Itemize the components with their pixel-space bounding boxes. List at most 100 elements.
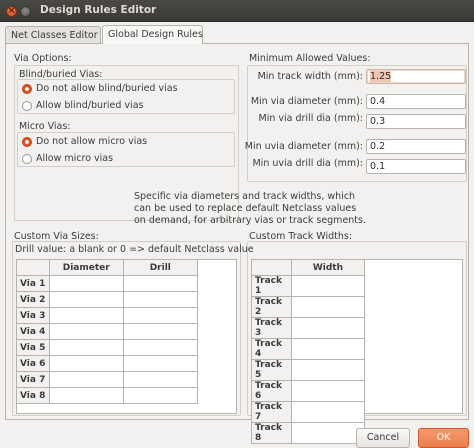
drill-cell[interactable] <box>122 323 199 340</box>
row-header[interactable]: Track 3 <box>251 317 292 339</box>
width-cell[interactable] <box>290 359 366 381</box>
diameter-cell[interactable] <box>48 387 124 404</box>
table-row: Track 8 <box>251 422 366 444</box>
custom-via-grid: Diameter Drill Via 1 Via 2 Via 3 Via 4 V… <box>16 259 237 414</box>
row-header[interactable]: Track 7 <box>251 401 292 423</box>
drill-cell[interactable] <box>122 291 199 308</box>
row-header[interactable]: Via 5 <box>16 339 50 356</box>
min-uvia-drill-input[interactable]: 0.1 <box>366 159 466 174</box>
row-header[interactable]: Via 1 <box>16 275 50 292</box>
row-header[interactable]: Track 8 <box>251 422 292 444</box>
table-row: Via 4 <box>16 323 199 340</box>
column-header-drill[interactable]: Drill <box>122 259 199 276</box>
width-cell[interactable] <box>290 296 366 318</box>
info-line-1: Specific via diameters and track widths,… <box>134 191 356 202</box>
via-table: Diameter Drill Via 1 Via 2 Via 3 Via 4 V… <box>16 259 199 404</box>
table-row: Track 1 <box>251 275 366 297</box>
via-options-title: Via Options: <box>14 53 72 64</box>
drill-cell[interactable] <box>122 339 199 356</box>
row-header[interactable]: Via 4 <box>16 323 50 340</box>
global-design-rules-panel: Via Options: Blind/buried Vias: Do not a… <box>5 43 469 444</box>
row-header[interactable]: Track 5 <box>251 359 292 381</box>
radio-label: Do not allow micro vias <box>36 136 148 147</box>
radio-unselected-icon <box>22 101 32 111</box>
radio-label: Do not allow blind/buried vias <box>36 83 178 94</box>
min-track-width-input[interactable]: 1.25 <box>366 69 466 84</box>
drill-cell[interactable] <box>122 355 199 372</box>
radio-selected-icon <box>22 137 32 147</box>
width-cell[interactable] <box>290 401 366 423</box>
window-title: Design Rules Editor <box>40 4 157 16</box>
table-row: Track 3 <box>251 317 366 339</box>
cancel-button[interactable]: Cancel <box>356 428 410 448</box>
table-row: Track 2 <box>251 296 366 318</box>
drill-cell[interactable] <box>122 307 199 324</box>
row-header[interactable]: Track 1 <box>251 275 292 297</box>
min-via-diameter-label: Min via diameter (mm): <box>250 96 363 107</box>
table-row: Track 6 <box>251 380 366 402</box>
corner-cell <box>16 259 50 276</box>
row-header[interactable]: Track 2 <box>251 296 292 318</box>
row-header[interactable]: Via 7 <box>16 371 50 388</box>
info-text: Specific via diameters and track widths,… <box>134 191 374 227</box>
title-bar: × Design Rules Editor <box>0 0 474 22</box>
radio-label: Allow blind/buried vias <box>36 100 144 111</box>
min-uvia-diameter-input[interactable]: 0.2 <box>366 139 466 154</box>
table-row: Via 7 <box>16 371 199 388</box>
radio-unselected-icon <box>22 154 32 164</box>
minimum-values-title: Minimum Allowed Values: <box>249 53 371 64</box>
diameter-cell[interactable] <box>48 275 124 292</box>
drill-cell[interactable] <box>122 387 199 404</box>
min-uvia-diameter-label: Min uvia diameter (mm): <box>244 141 363 152</box>
row-header[interactable]: Via 8 <box>16 387 50 404</box>
min-via-diameter-input[interactable]: 0.4 <box>366 94 466 109</box>
micro-vias-title: Micro Vias: <box>19 121 71 132</box>
track-table: Width Track 1 Track 2 Track 3 Track 4 Tr… <box>251 259 366 444</box>
width-cell[interactable] <box>290 422 366 444</box>
row-header[interactable]: Via 2 <box>16 291 50 308</box>
diameter-cell[interactable] <box>48 291 124 308</box>
diameter-cell[interactable] <box>48 339 124 356</box>
custom-via-note: Drill value: a blank or 0 => default Net… <box>15 244 254 255</box>
row-header[interactable]: Via 3 <box>16 307 50 324</box>
column-header-width[interactable]: Width <box>290 259 366 276</box>
radio-label: Allow micro vias <box>36 153 114 164</box>
diameter-cell[interactable] <box>48 323 124 340</box>
minimize-icon[interactable] <box>20 6 31 17</box>
diameter-cell[interactable] <box>48 355 124 372</box>
table-row: Track 5 <box>251 359 366 381</box>
min-via-drill-label: Min via drill dia (mm): <box>258 113 364 124</box>
table-row: Track 4 <box>251 338 366 360</box>
row-header[interactable]: Track 6 <box>251 380 292 402</box>
min-via-drill-input[interactable]: 0.3 <box>366 114 466 129</box>
diameter-cell[interactable] <box>48 307 124 324</box>
ok-button[interactable]: OK <box>418 428 469 448</box>
table-row: Via 1 <box>16 275 199 292</box>
radio-selected-icon <box>22 84 32 94</box>
info-line-2: can be used to replace default Netclass … <box>134 203 357 214</box>
min-track-width-label: Min track width (mm): <box>257 71 363 82</box>
custom-track-grid: Width Track 1 Track 2 Track 3 Track 4 Tr… <box>251 259 463 444</box>
table-row: Track 7 <box>251 401 366 423</box>
drill-cell[interactable] <box>122 275 199 292</box>
width-cell[interactable] <box>290 275 366 297</box>
table-row: Via 8 <box>16 387 199 404</box>
row-header[interactable]: Track 4 <box>251 338 292 360</box>
table-row: Via 6 <box>16 355 199 372</box>
min-uvia-drill-label: Min uvia drill dia (mm): <box>252 158 363 169</box>
close-icon[interactable]: × <box>6 6 17 17</box>
corner-cell <box>251 259 292 276</box>
tab-net-classes-editor[interactable]: Net Classes Editor <box>5 26 101 44</box>
table-row: Via 3 <box>16 307 199 324</box>
row-header[interactable]: Via 6 <box>16 355 50 372</box>
info-line-3: on demand, for arbitrary vias or track s… <box>134 215 366 226</box>
table-row: Via 5 <box>16 339 199 356</box>
tab-global-design-rules[interactable]: Global Design Rules <box>102 25 203 44</box>
column-header-diameter[interactable]: Diameter <box>48 259 124 276</box>
diameter-cell[interactable] <box>48 371 124 388</box>
drill-cell[interactable] <box>122 371 199 388</box>
width-cell[interactable] <box>290 338 366 360</box>
width-cell[interactable] <box>290 380 366 402</box>
width-cell[interactable] <box>290 317 366 339</box>
table-row: Via 2 <box>16 291 199 308</box>
